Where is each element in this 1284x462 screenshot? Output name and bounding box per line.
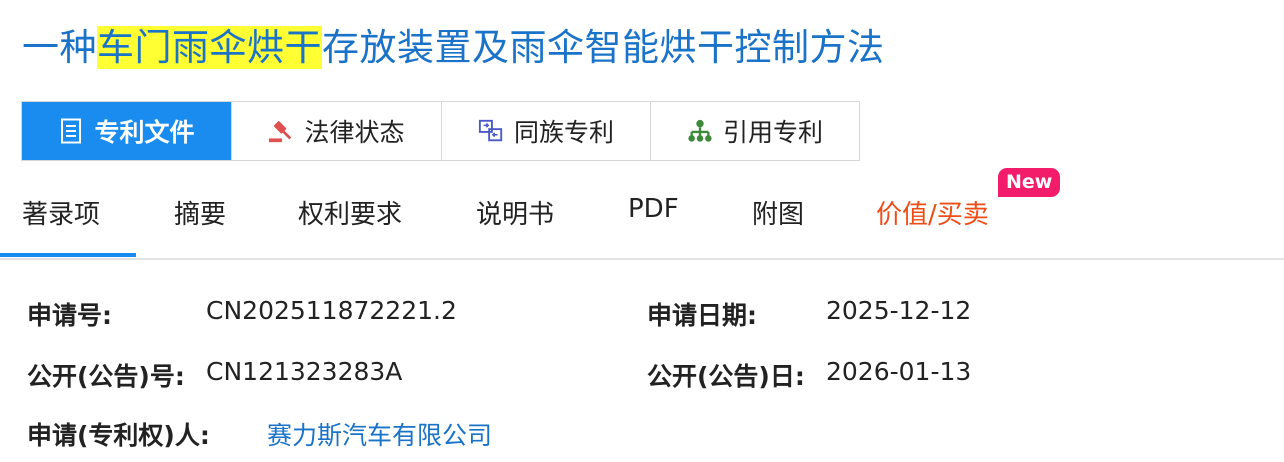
tab-legal-status[interactable]: 法律状态	[232, 102, 442, 160]
subtab-value-trade[interactable]: 价值/买卖	[876, 194, 989, 231]
subtab-description[interactable]: 说明书	[476, 194, 554, 231]
publication-date-label: 公开(公告)日:	[647, 362, 805, 391]
tab-label: 引用专利	[722, 118, 823, 147]
subtab-abstract[interactable]: 摘要	[174, 194, 226, 231]
publication-date-value: 2026-01-13	[826, 357, 972, 386]
application-number-label: 申请号:	[27, 301, 112, 330]
tab-label: 专利文件	[94, 118, 195, 147]
applicant-label: 申请(专利权)人:	[27, 421, 210, 450]
title-prefix: 一种	[22, 26, 97, 69]
publication-number-label: 公开(公告)号:	[27, 362, 185, 391]
applicant-link[interactable]: 赛力斯汽车有限公司	[267, 416, 492, 452]
application-number-value: CN202511872221.2	[206, 296, 457, 325]
hierarchy-icon	[687, 118, 713, 144]
publication-number-value: CN121323283A	[206, 357, 403, 386]
patent-title: 一种车门雨伞烘干存放装置及雨伞智能烘干控制方法	[22, 22, 885, 74]
sub-tab-nav: 著录项 摘要 权利要求 说明书 PDF 附图 价值/买卖	[0, 160, 1284, 260]
main-tab-bar: 专利文件 法律状态 同族专利 引用专利	[21, 101, 860, 161]
subtab-pdf[interactable]: PDF	[628, 194, 679, 224]
title-suffix: 存放装置及雨伞智能烘干控制方法	[322, 26, 885, 69]
document-icon	[58, 118, 84, 144]
tab-family-patents[interactable]: 同族专利	[442, 102, 651, 160]
application-date-label: 申请日期:	[647, 301, 757, 330]
subtab-bibliographic[interactable]: 著录项	[22, 194, 100, 231]
tab-label: 法律状态	[304, 118, 405, 147]
application-date-value: 2025-12-12	[826, 296, 972, 325]
active-tab-underline	[0, 253, 136, 257]
title-highlight: 车门雨伞烘干	[97, 26, 322, 69]
family-swap-icon	[478, 118, 504, 144]
tab-cited-patents[interactable]: 引用专利	[651, 102, 860, 160]
new-badge: New	[998, 168, 1061, 197]
tab-label: 同族专利	[513, 118, 614, 147]
subtab-drawings[interactable]: 附图	[752, 194, 804, 231]
tab-patent-document[interactable]: 专利文件	[22, 102, 232, 160]
subtab-claims[interactable]: 权利要求	[298, 194, 402, 231]
gavel-icon	[268, 118, 294, 144]
